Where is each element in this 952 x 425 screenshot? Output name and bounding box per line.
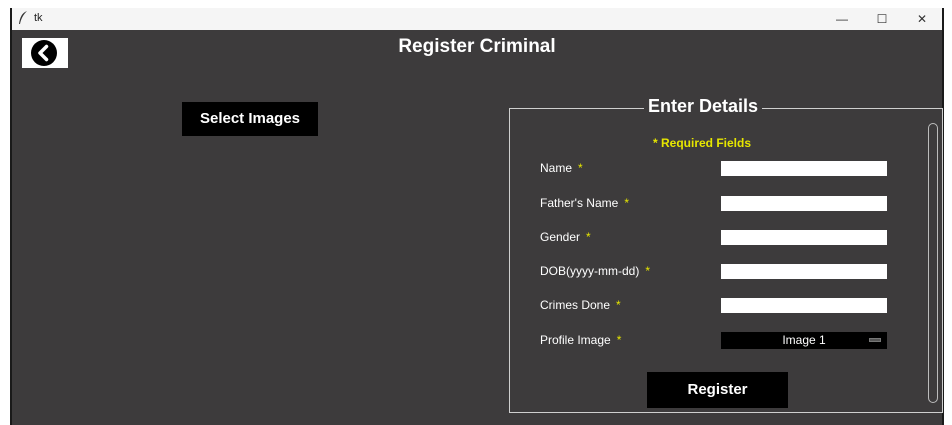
required-fields-note: * Required Fields — [653, 136, 752, 150]
maximize-button[interactable]: ☐ — [862, 8, 902, 30]
crimes-done-input[interactable] — [721, 298, 887, 313]
window-title: tk — [34, 12, 43, 24]
profile-image-dropdown[interactable]: Image 1 — [721, 332, 887, 349]
dob-input[interactable] — [721, 264, 887, 279]
enter-details-panel: Enter Details * Required Fields Name * Fa… — [509, 96, 943, 413]
name-label: Name * — [540, 161, 583, 175]
profile-image-selected: Image 1 — [782, 333, 826, 347]
page-title: Register Criminal — [398, 36, 556, 57]
app-window: tk — ☐ ✕ Register Criminal Select Images… — [10, 8, 944, 425]
form-scrollbar[interactable] — [928, 123, 938, 403]
fathers-name-input[interactable] — [721, 196, 887, 211]
dropdown-indicator-icon — [869, 338, 881, 342]
crimes-done-label: Crimes Done * — [540, 298, 621, 312]
title-bar: tk — ☐ ✕ — [12, 8, 942, 31]
fathers-name-label: Father's Name * — [540, 196, 629, 210]
gender-input[interactable] — [721, 230, 887, 245]
minimize-button[interactable]: — — [822, 8, 862, 30]
feather-icon — [19, 11, 27, 24]
dob-label: DOB(yyyy-mm-dd) * — [540, 264, 650, 278]
profile-image-label: Profile Image * — [540, 333, 622, 347]
main-area: Register Criminal Select Images Enter De… — [12, 30, 943, 425]
name-input[interactable] — [721, 161, 887, 176]
panel-legend: Enter Details — [644, 96, 763, 117]
gender-label: Gender * — [540, 230, 591, 244]
close-button[interactable]: ✕ — [902, 8, 942, 30]
select-images-button[interactable]: Select Images — [182, 102, 318, 136]
register-button[interactable]: Register — [647, 372, 788, 408]
